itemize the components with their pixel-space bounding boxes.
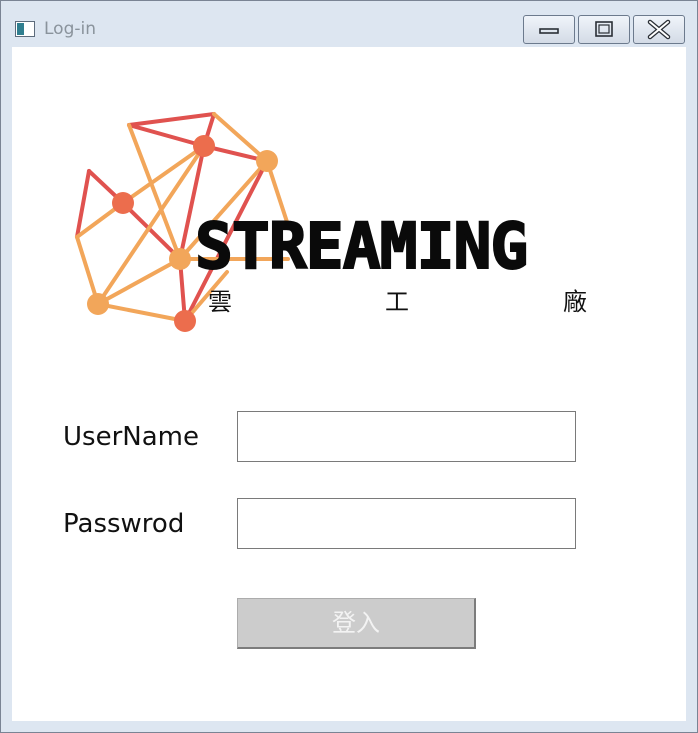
username-input[interactable] bbox=[237, 411, 576, 462]
login-button[interactable]: 登入 bbox=[237, 598, 476, 649]
logo-sub-char: 工 bbox=[385, 288, 409, 316]
logo-wordmark: STREAMING bbox=[194, 210, 529, 283]
password-label: Passwrod bbox=[63, 509, 185, 539]
close-button[interactable] bbox=[633, 15, 685, 44]
logo-sub-char: 雲 bbox=[208, 288, 232, 316]
username-label: UserName bbox=[63, 422, 199, 452]
client-area: STREAMING 雲 工 廠 UserName Passwrod 登入 bbox=[12, 47, 686, 721]
maximize-icon bbox=[595, 21, 613, 37]
logo-sub-char: 廠 bbox=[563, 288, 587, 316]
maximize-button[interactable] bbox=[578, 15, 630, 44]
window-title: Log-in bbox=[44, 19, 96, 39]
close-icon bbox=[647, 19, 671, 40]
streaming-logo: STREAMING 雲 工 廠 bbox=[12, 47, 686, 377]
password-input[interactable] bbox=[237, 498, 576, 549]
app-icon bbox=[15, 21, 35, 37]
login-window: Log-in STREAMING 雲 工 廠 UserName Passwrod… bbox=[0, 0, 698, 733]
minimize-icon bbox=[539, 28, 559, 34]
title-bar[interactable]: Log-in bbox=[1, 1, 697, 47]
minimize-button[interactable] bbox=[523, 15, 575, 44]
